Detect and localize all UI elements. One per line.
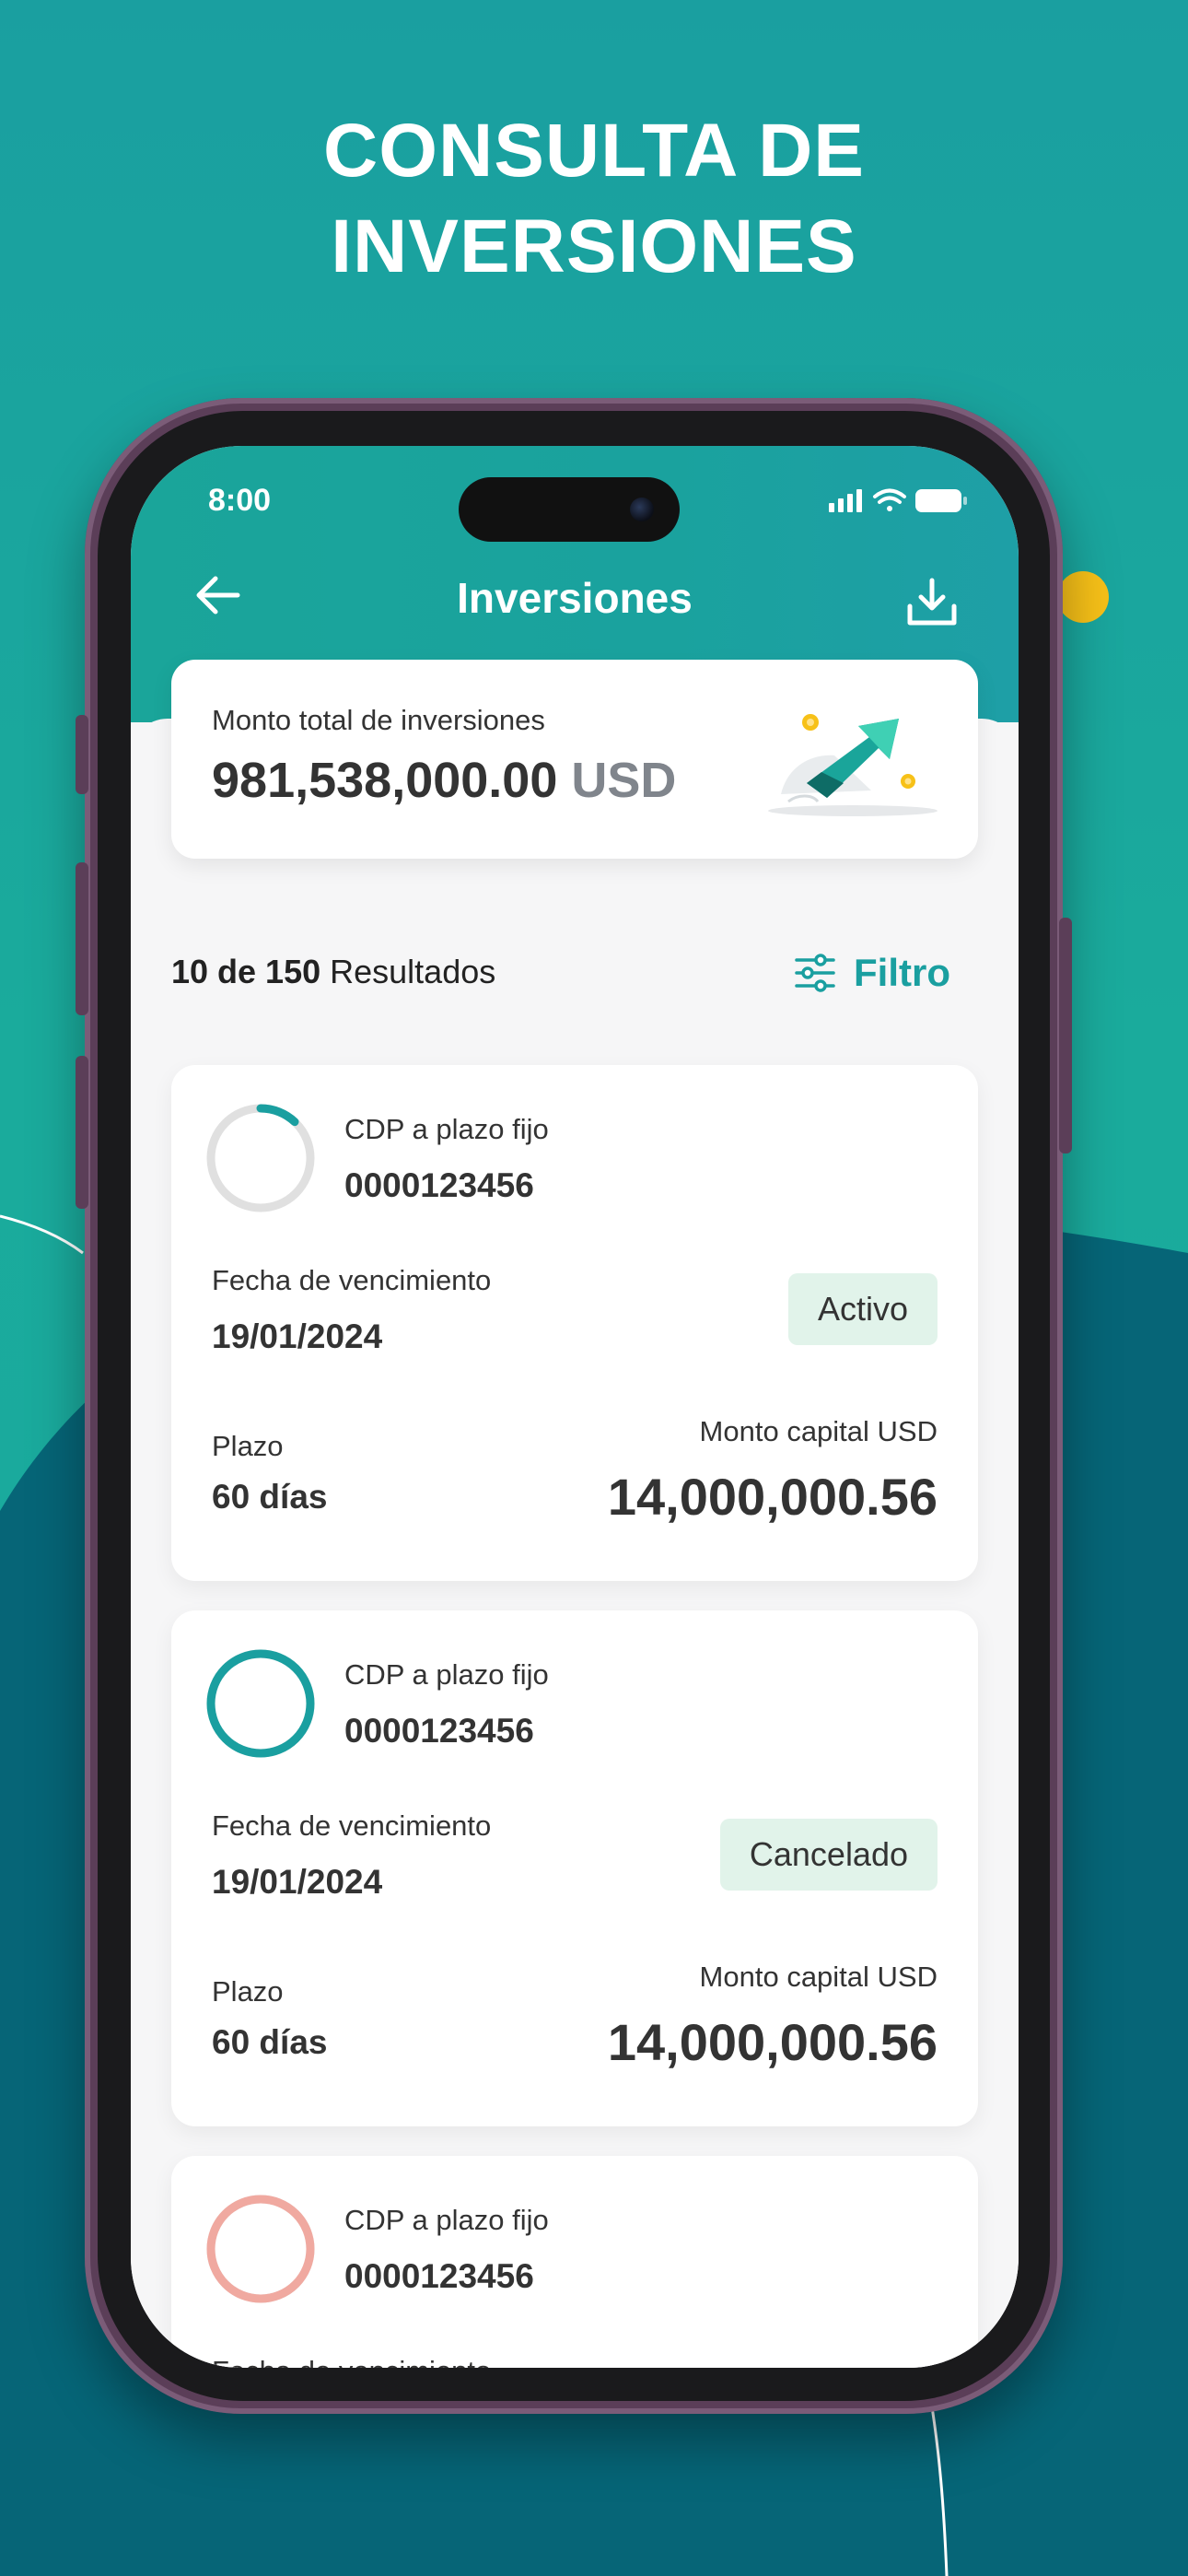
download-icon[interactable]	[904, 575, 960, 630]
term-value: 60 días	[212, 1478, 328, 1516]
product-type: CDP a plazo fijo	[344, 1113, 549, 1145]
results-count-bold: 10 de 150	[171, 953, 321, 990]
phone-power-button	[1059, 918, 1072, 1153]
battery-icon	[915, 489, 967, 512]
investment-card[interactable]: CDP a plazo fijo 0000123456 Fecha de ven…	[171, 1065, 978, 1581]
promo-headline-line2: INVERSIONES	[331, 205, 857, 288]
results-count: 10 de 150 Resultados	[171, 953, 495, 991]
status-icons	[829, 488, 967, 512]
status-time: 8:00	[208, 483, 272, 518]
progress-ring	[206, 1104, 315, 1212]
due-date-label: Fecha de vencimiento	[212, 1809, 492, 1842]
investment-card[interactable]: CDP a plazo fijo 0000123456 Fecha de ven…	[171, 1610, 978, 2126]
app-screen: 8:00 Inversiones Monto total de inversio…	[131, 446, 1019, 2368]
results-count-suffix: Resultados	[330, 953, 496, 990]
signal-icon	[829, 489, 862, 512]
promo-headline: CONSULTA DE INVERSIONES	[0, 103, 1188, 295]
page-title: Inversiones	[457, 574, 693, 622]
phone-volume-down-button	[76, 1056, 88, 1209]
due-date-label: Fecha de vencimiento	[212, 1264, 492, 1296]
total-label: Monto total de inversiones	[212, 704, 545, 736]
progress-ring-fill	[206, 2195, 315, 2303]
decorative-dot	[1057, 571, 1109, 623]
total-amount-value: 981,538,000.00	[212, 753, 558, 808]
due-date-value: 19/01/2024	[212, 1863, 383, 1901]
total-amount-currency: USD	[571, 753, 677, 808]
due-date-label: Fecha de vencimiento	[212, 2355, 491, 2368]
growth-arrow-illustration	[768, 714, 938, 816]
total-amount: 981,538,000.00 USD	[212, 752, 676, 809]
filter-label: Filtro	[854, 951, 950, 994]
filter-button[interactable]: Filtro	[793, 947, 950, 999]
sliders-icon	[795, 954, 835, 992]
term-label: Plazo	[212, 1975, 284, 2008]
capital-label: Monto capital USD	[699, 1415, 938, 1447]
camera-icon	[630, 498, 654, 521]
phone-volume-up-button	[76, 862, 88, 1015]
promo-headline-line1: CONSULTA DE	[322, 109, 865, 193]
product-number: 0000123456	[344, 1166, 534, 1204]
phone-action-button	[76, 715, 88, 794]
wifi-icon	[873, 488, 906, 511]
investment-card[interactable]: CDP a plazo fijo 0000123456 Fecha de ven…	[171, 2156, 978, 2368]
due-date-value: 19/01/2024	[212, 1317, 383, 1355]
term-value: 60 días	[212, 2023, 328, 2061]
dynamic-island	[459, 477, 680, 542]
total-investments-card: Monto total de inversiones 981,538,000.0…	[171, 660, 978, 859]
product-type: CDP a plazo fijo	[344, 2204, 549, 2236]
capital-value: 14,000,000.56	[607, 1468, 938, 1526]
progress-ring	[206, 2195, 315, 2303]
capital-label: Monto capital USD	[699, 1961, 938, 1993]
term-label: Plazo	[212, 1430, 284, 1462]
status-badge: Cancelado	[719, 1819, 938, 1891]
capital-value: 14,000,000.56	[607, 2013, 938, 2071]
product-type: CDP a plazo fijo	[344, 1658, 549, 1691]
results-summary: 10 de 150 Resultados Filtro	[171, 943, 978, 999]
progress-ring	[206, 1649, 315, 1758]
status-badge: Activo	[787, 1273, 938, 1345]
product-number: 0000123456	[344, 1712, 534, 1750]
product-number: 0000123456	[344, 2257, 534, 2295]
progress-ring-fill	[206, 1649, 315, 1758]
